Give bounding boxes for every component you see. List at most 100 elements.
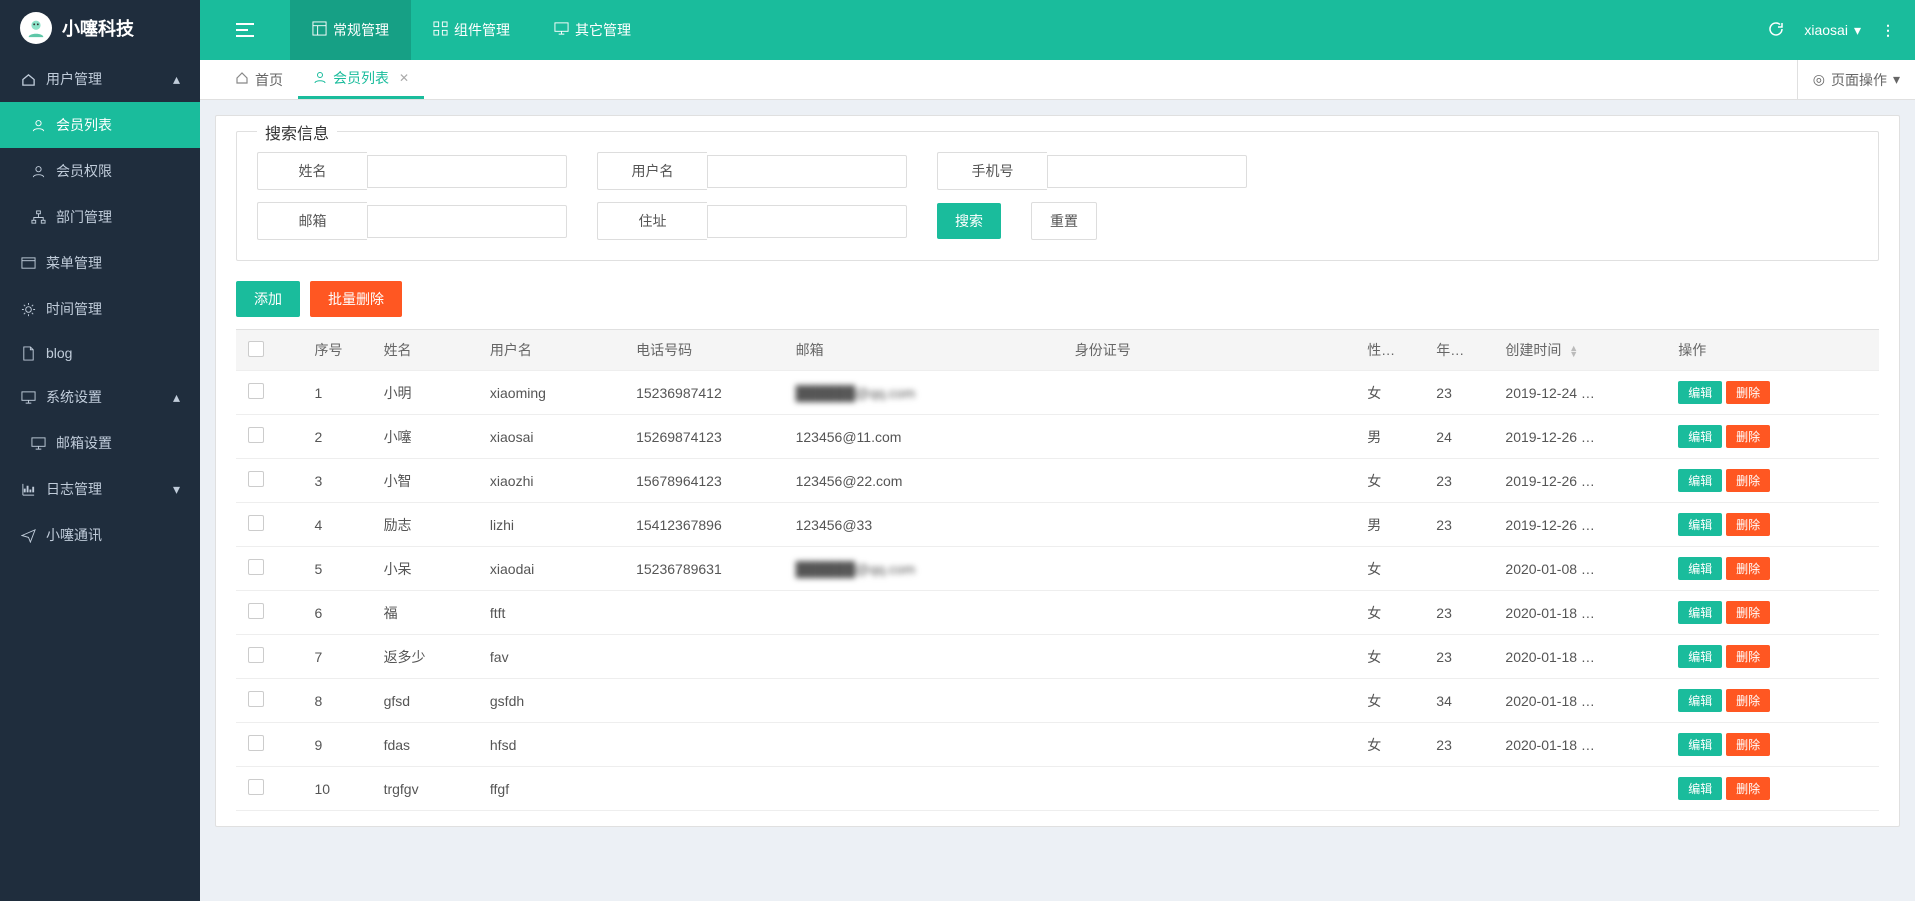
nav-label: 会员权限	[56, 161, 112, 181]
monitor-icon	[20, 390, 36, 405]
nav-item[interactable]: 部门管理	[0, 194, 200, 240]
tab-home[interactable]: 首页	[220, 60, 298, 99]
cell-email: ██████@qq.com	[784, 547, 1063, 591]
cell-email	[784, 591, 1063, 635]
monitor-icon	[30, 436, 46, 451]
edit-button[interactable]: 编辑	[1678, 601, 1722, 624]
nav-group[interactable]: blog	[0, 332, 200, 374]
sort-icon[interactable]: ▲▼	[1569, 345, 1578, 357]
row-checkbox[interactable]	[248, 779, 264, 795]
cell-created: 2019-12-26 …	[1493, 503, 1666, 547]
edit-button[interactable]: 编辑	[1678, 733, 1722, 756]
input-email[interactable]	[367, 205, 567, 238]
tab-members-label: 会员列表	[333, 68, 389, 88]
delete-button[interactable]: 删除	[1726, 513, 1770, 536]
cell-email	[784, 767, 1063, 811]
cell-username: xiaodai	[478, 547, 624, 591]
row-checkbox[interactable]	[248, 603, 264, 619]
edit-button[interactable]: 编辑	[1678, 557, 1722, 580]
logo[interactable]: 小噻科技	[0, 0, 200, 56]
delete-button[interactable]: 删除	[1726, 689, 1770, 712]
search-button[interactable]: 搜索	[937, 203, 1001, 239]
close-icon[interactable]: ✕	[399, 71, 409, 85]
input-username[interactable]	[707, 155, 907, 188]
cell-gender: 女	[1355, 723, 1424, 767]
nav-group[interactable]: 系统设置▴	[0, 374, 200, 420]
user-menu[interactable]: xiaosai ▾	[1804, 22, 1861, 39]
refresh-icon[interactable]	[1768, 21, 1784, 40]
nav-group[interactable]: 小噻通讯	[0, 512, 200, 558]
delete-button[interactable]: 删除	[1726, 733, 1770, 756]
caret-down-icon: ▾	[1893, 71, 1900, 88]
cell-name: 小智	[372, 459, 478, 503]
table-row: 2小噻xiaosai15269874123123456@11.com男24201…	[236, 415, 1879, 459]
cell-idx: 6	[302, 591, 371, 635]
nav-item[interactable]: 会员列表	[0, 102, 200, 148]
row-checkbox[interactable]	[248, 427, 264, 443]
more-icon[interactable]: ⋮	[1881, 22, 1895, 39]
row-checkbox[interactable]	[248, 471, 264, 487]
reset-button[interactable]: 重置	[1031, 202, 1097, 240]
nav-group[interactable]: 菜单管理	[0, 240, 200, 286]
topnav-label: 组件管理	[454, 20, 510, 40]
chevron-up-icon: ▴	[173, 71, 180, 88]
topnav-item[interactable]: 常规管理	[290, 0, 411, 60]
row-checkbox[interactable]	[248, 647, 264, 663]
cell-phone	[624, 635, 784, 679]
row-checkbox[interactable]	[248, 691, 264, 707]
row-checkbox[interactable]	[248, 559, 264, 575]
th-created[interactable]: 创建时间 ▲▼	[1493, 330, 1666, 371]
nav-group[interactable]: 日志管理▾	[0, 466, 200, 512]
delete-button[interactable]: 删除	[1726, 557, 1770, 580]
edit-button[interactable]: 编辑	[1678, 645, 1722, 668]
sidebar-toggle[interactable]	[200, 0, 290, 60]
logo-icon	[20, 12, 52, 44]
cell-phone: 15236789631	[624, 547, 784, 591]
edit-button[interactable]: 编辑	[1678, 469, 1722, 492]
page-operations[interactable]: ◎ 页面操作 ▾	[1797, 60, 1915, 99]
cell-gender: 男	[1355, 415, 1424, 459]
chart-icon	[20, 482, 36, 497]
batch-delete-button[interactable]: 批量删除	[310, 281, 402, 317]
edit-button[interactable]: 编辑	[1678, 689, 1722, 712]
delete-button[interactable]: 删除	[1726, 777, 1770, 800]
topnav-item[interactable]: 组件管理	[411, 0, 532, 60]
input-name[interactable]	[367, 155, 567, 188]
delete-button[interactable]: 删除	[1726, 645, 1770, 668]
nav-item[interactable]: 会员权限	[0, 148, 200, 194]
input-address[interactable]	[707, 205, 907, 238]
add-button[interactable]: 添加	[236, 281, 300, 317]
label-phone: 手机号	[937, 152, 1047, 190]
cell-idx: 9	[302, 723, 371, 767]
delete-button[interactable]: 删除	[1726, 469, 1770, 492]
checkbox-all[interactable]	[248, 341, 264, 357]
cell-age	[1424, 767, 1493, 811]
th-phone: 电话号码	[624, 330, 784, 371]
cell-gender: 女	[1355, 635, 1424, 679]
row-checkbox[interactable]	[248, 735, 264, 751]
nav-group[interactable]: 用户管理▴	[0, 56, 200, 102]
user-icon	[30, 118, 46, 133]
grid-icon	[433, 21, 448, 39]
row-checkbox[interactable]	[248, 383, 264, 399]
table-row: 10trgfgvffgf编辑 删除	[236, 767, 1879, 811]
nav-label: 时间管理	[46, 299, 102, 319]
delete-button[interactable]: 删除	[1726, 601, 1770, 624]
cell-ops: 编辑 删除	[1666, 591, 1879, 635]
delete-button[interactable]: 删除	[1726, 381, 1770, 404]
edit-button[interactable]: 编辑	[1678, 777, 1722, 800]
cell-ops: 编辑 删除	[1666, 371, 1879, 415]
cell-idx: 4	[302, 503, 371, 547]
edit-button[interactable]: 编辑	[1678, 513, 1722, 536]
gears-icon	[20, 302, 36, 317]
nav-item[interactable]: 邮箱设置	[0, 420, 200, 466]
edit-button[interactable]: 编辑	[1678, 381, 1722, 404]
edit-button[interactable]: 编辑	[1678, 425, 1722, 448]
delete-button[interactable]: 删除	[1726, 425, 1770, 448]
form-group-name: 姓名	[257, 152, 567, 190]
topnav-item[interactable]: 其它管理	[532, 0, 653, 60]
tab-members[interactable]: 会员列表 ✕	[298, 60, 424, 99]
nav-group[interactable]: 时间管理	[0, 286, 200, 332]
row-checkbox[interactable]	[248, 515, 264, 531]
input-phone[interactable]	[1047, 155, 1247, 188]
